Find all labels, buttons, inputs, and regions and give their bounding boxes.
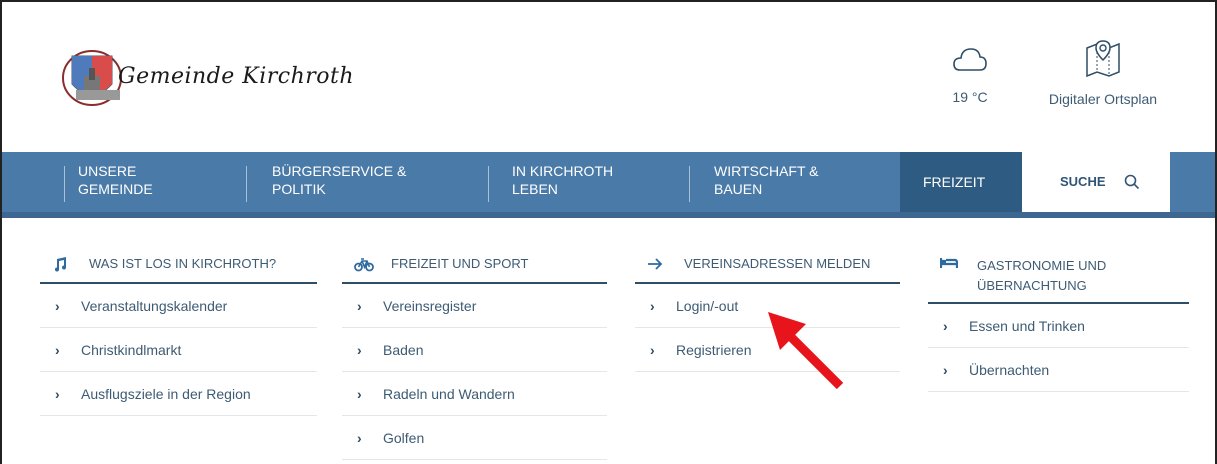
nav-item-in-kirchroth-leben[interactable]: IN KIRCHROTH LEBEN — [512, 152, 613, 212]
menu-column-events: WAS IST LOS IN KIRCHROTH? › Veranstaltung… — [40, 240, 317, 416]
menu-item-label: Registrieren — [676, 341, 752, 358]
menu-item-essen-trinken[interactable]: › Essen und Trinken — [928, 304, 1189, 348]
nav-item-line2: POLITIK — [272, 181, 326, 197]
chevron-right-icon: › — [55, 385, 60, 402]
menu-column-sport: FREIZEIT UND SPORT › Vereinsregister › Bad… — [342, 240, 607, 460]
menu-item-label: Golfen — [383, 429, 425, 446]
menu-item-label: Baden — [383, 341, 424, 358]
site-logo[interactable]: Gemeinde Kirchroth — [62, 46, 354, 114]
nav-separator — [488, 166, 489, 202]
weather-temperature: 19 °C — [952, 89, 988, 105]
chevron-right-icon: › — [943, 361, 948, 378]
menu-heading-line2: ÜBERNACHTUNG — [977, 278, 1087, 293]
menu-heading: GASTRONOMIE UND ÜBERNACHTUNG — [928, 240, 1189, 304]
chevron-right-icon: › — [357, 297, 362, 314]
nav-underline — [2, 212, 1215, 218]
chevron-right-icon: › — [55, 341, 60, 358]
nav-item-line1: WIRTSCHAFT & — [714, 163, 819, 179]
menu-item-label: Vereinsregister — [383, 297, 477, 314]
nav-search-button[interactable]: SUCHE — [1022, 152, 1170, 212]
menu-item-veranstaltungskalender[interactable]: › Veranstaltungskalender — [40, 284, 317, 328]
nav-item-line1: UNSERE — [78, 163, 137, 179]
menu-heading: FREIZEIT UND SPORT — [342, 240, 607, 284]
nav-item-wirtschaft-bauen[interactable]: WIRTSCHAFT & BAUEN — [714, 152, 819, 212]
menu-item-baden[interactable]: › Baden — [342, 328, 607, 372]
menu-item-label: Christkindlmarkt — [81, 341, 182, 358]
digital-map-label: Digitaler Ortsplan — [1048, 91, 1158, 107]
digital-map-link[interactable]: Digitaler Ortsplan — [1028, 38, 1178, 107]
chevron-right-icon: › — [357, 429, 362, 446]
menu-item-vereinsregister[interactable]: › Vereinsregister — [342, 284, 607, 328]
red-arrow-annotation-icon — [768, 312, 844, 390]
nav-separator — [689, 166, 690, 202]
nav-separator — [64, 166, 65, 202]
logo-wordmark: Gemeinde Kirchroth — [118, 64, 355, 89]
nav-separator — [246, 166, 247, 202]
menu-item-label: Übernachten — [969, 361, 1050, 378]
menu-heading-label: VEREINSADRESSEN MELDEN — [684, 256, 871, 271]
menu-heading-label: WAS IST LOS IN KIRCHROTH? — [89, 256, 277, 271]
nav-item-line2: BAUEN — [714, 181, 763, 197]
nav-item-line1: IN KIRCHROTH — [512, 163, 614, 179]
chevron-right-icon: › — [943, 317, 948, 334]
music-note-icon — [52, 256, 74, 272]
menu-item-radeln-wandern[interactable]: › Radeln und Wandern — [342, 372, 607, 416]
weather-widget[interactable]: 19 °C — [930, 44, 1010, 105]
site-header: Gemeinde Kirchroth 19 °C Digitaler Ortsp… — [0, 0, 1213, 152]
menu-heading-label: GASTRONOMIE UND ÜBERNACHTUNG — [977, 256, 1106, 296]
nav-item-line2: LEBEN — [512, 181, 558, 197]
map-pin-icon — [1086, 40, 1120, 78]
nav-item-line2: GEMEINDE — [78, 181, 153, 197]
chevron-right-icon: › — [357, 385, 362, 402]
menu-item-label: Ausflugsziele in der Region — [81, 385, 251, 402]
nav-item-freizeit[interactable]: FREIZEIT — [900, 152, 1022, 212]
chevron-right-icon: › — [650, 297, 655, 314]
chevron-right-icon: › — [650, 341, 655, 358]
nav-item-unsere-gemeinde[interactable]: UNSERE GEMEINDE — [78, 152, 153, 212]
nav-item-line1: BÜRGERSERVICE & — [272, 163, 407, 179]
menu-heading-label: FREIZEIT UND SPORT — [391, 256, 529, 271]
menu-item-label: Essen und Trinken — [969, 317, 1085, 334]
main-navigation: UNSERE GEMEINDE BÜRGERSERVICE & POLITIK … — [2, 152, 1215, 212]
menu-item-label: Login/-out — [676, 297, 739, 314]
menu-item-label: Radeln und Wandern — [383, 385, 515, 402]
nav-item-buergerservice[interactable]: BÜRGERSERVICE & POLITIK — [272, 152, 406, 212]
bicycle-icon — [354, 256, 376, 272]
menu-item-golfen[interactable]: › Golfen — [342, 416, 607, 460]
menu-item-uebernachten[interactable]: › Übernachten — [928, 348, 1189, 392]
menu-item-christkindlmarkt[interactable]: › Christkindlmarkt — [40, 328, 317, 372]
cloud-icon — [953, 48, 987, 71]
menu-column-gastronomie: GASTRONOMIE UND ÜBERNACHTUNG › Essen und … — [928, 240, 1189, 392]
bed-icon — [940, 256, 962, 270]
chevron-right-icon: › — [357, 341, 362, 358]
menu-item-label: Veranstaltungskalender — [81, 297, 228, 314]
menu-heading-line1: GASTRONOMIE UND — [977, 258, 1107, 273]
menu-item-ausflugsziele[interactable]: › Ausflugsziele in der Region — [40, 372, 317, 416]
chevron-right-icon: › — [55, 297, 60, 314]
menu-heading: VEREINSADRESSEN MELDEN — [635, 240, 900, 284]
menu-heading: WAS IST LOS IN KIRCHROTH? — [40, 240, 317, 284]
search-label: SUCHE — [1060, 174, 1106, 189]
search-icon — [1124, 174, 1140, 190]
arrow-right-icon — [647, 256, 669, 272]
